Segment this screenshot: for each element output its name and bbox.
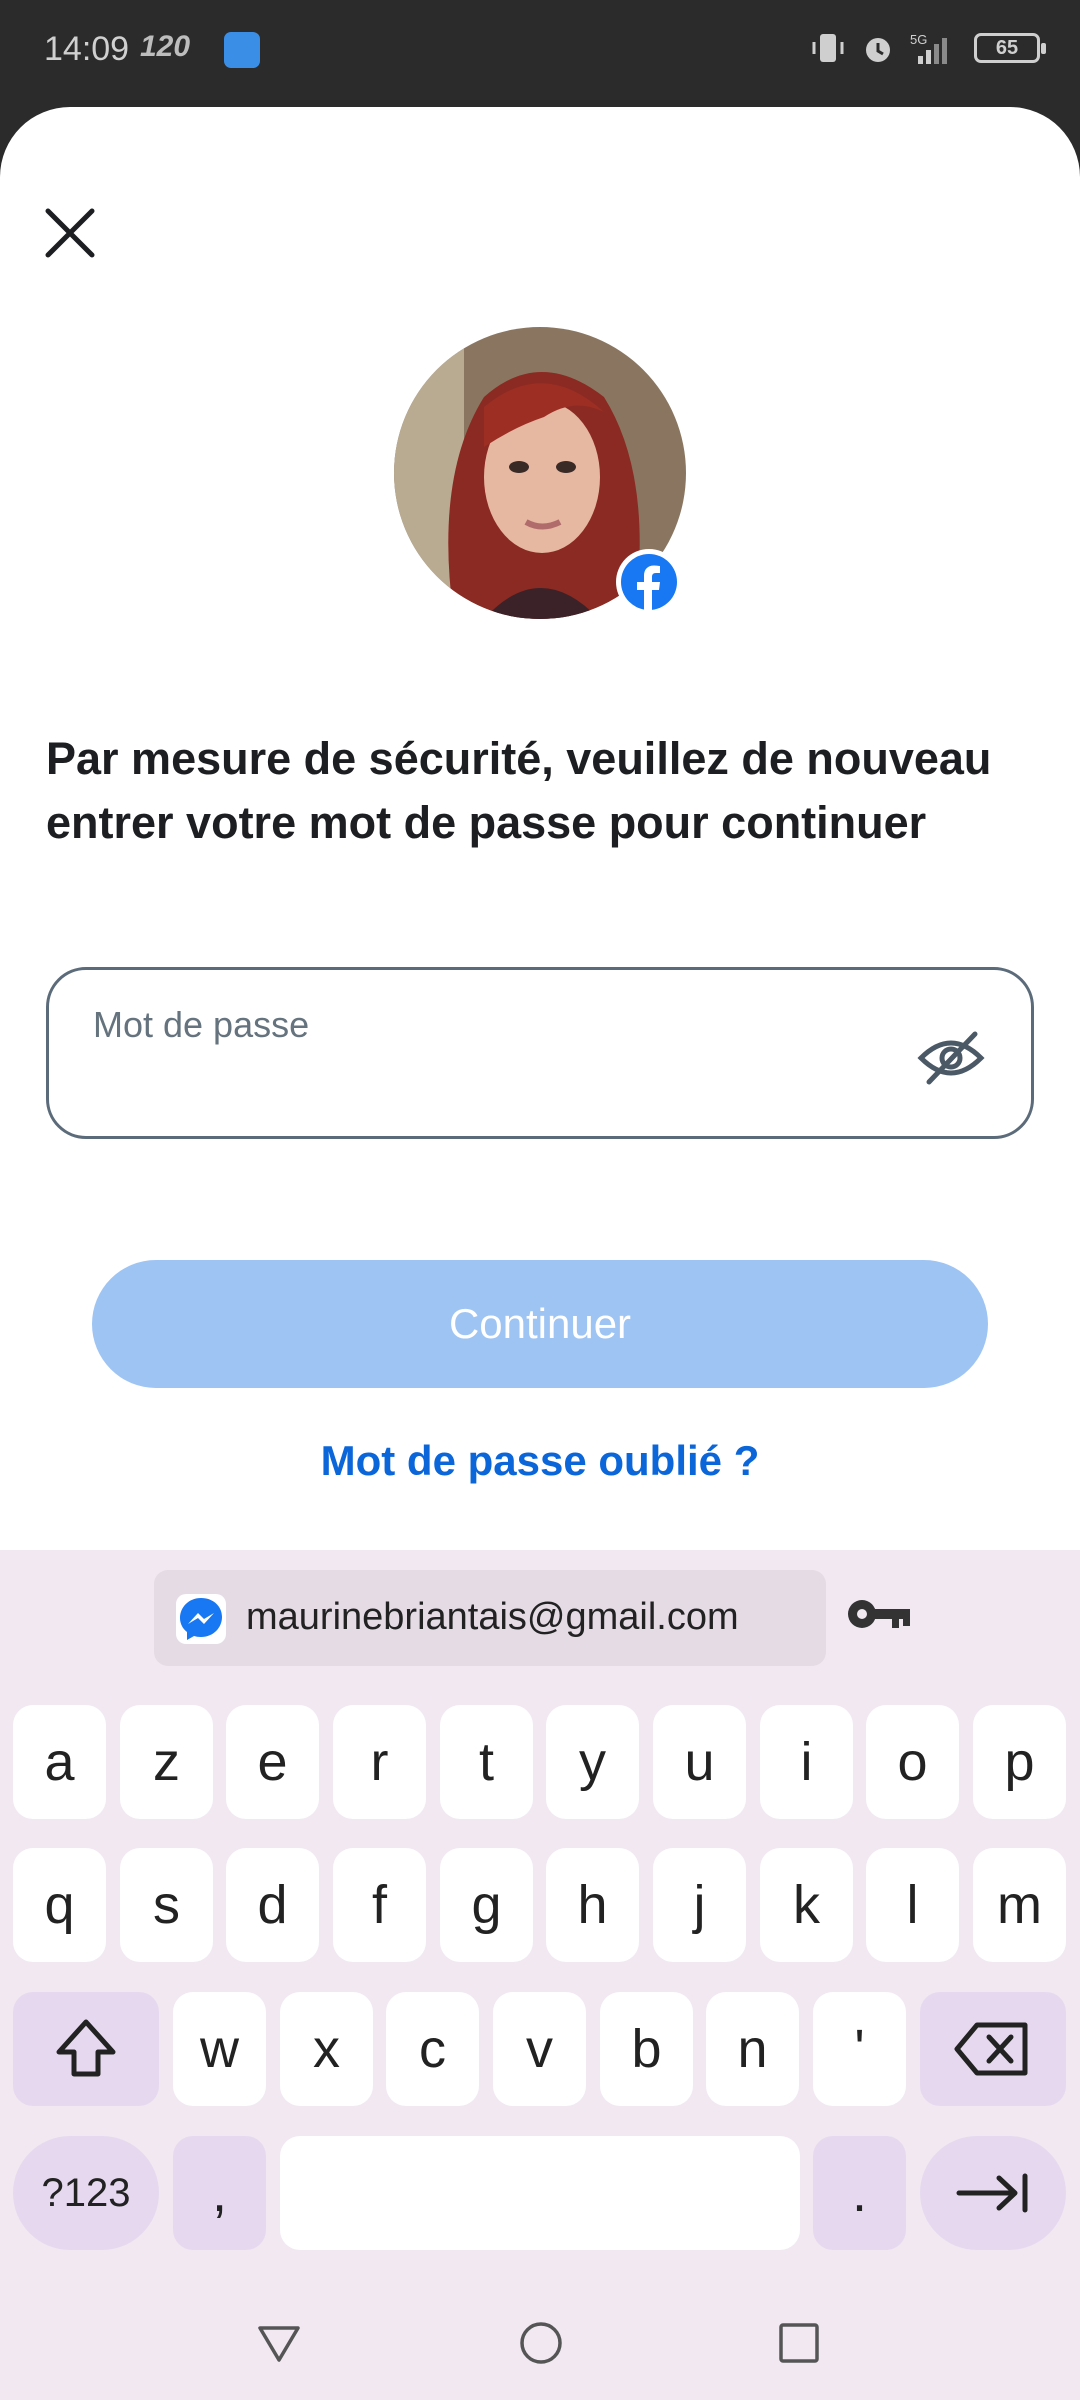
back-icon[interactable] [256, 2324, 302, 2364]
key-m[interactable]: m [973, 1848, 1066, 1962]
battery-indicator: 65 [974, 33, 1046, 63]
tab-arrow-icon [956, 2173, 1028, 2213]
continue-button[interactable]: Continuer [92, 1260, 988, 1388]
key-period[interactable]: . [813, 2136, 906, 2250]
key-e[interactable]: e [226, 1705, 319, 1819]
suggestion-email: maurinebriantais@gmail.com [246, 1596, 739, 1638]
key-o[interactable]: o [866, 1705, 959, 1819]
key-x[interactable]: x [280, 1992, 373, 2106]
status-bar: 14:09 120 5G 65 [0, 0, 1080, 110]
key-u[interactable]: u [653, 1705, 746, 1819]
key-q[interactable]: q [13, 1848, 106, 1962]
close-icon[interactable] [40, 203, 100, 263]
status-time: 14:09 [44, 30, 130, 68]
reauth-sheet: Par mesure de sécurité, veuillez de nouv… [0, 107, 1080, 1550]
key-comma[interactable]: , [173, 2136, 266, 2250]
password-field[interactable]: Mot de passe [46, 967, 1034, 1139]
key-h[interactable]: h [546, 1848, 639, 1962]
backspace-icon [954, 2022, 1028, 2076]
key-l[interactable]: l [866, 1848, 959, 1962]
messenger-icon [176, 1594, 226, 1644]
key-d[interactable]: d [226, 1848, 319, 1962]
svg-text:5G: 5G [910, 32, 927, 47]
vibrate-icon [812, 34, 844, 62]
hide-password-icon[interactable] [915, 1022, 987, 1094]
key-f[interactable]: f [333, 1848, 426, 1962]
key-t[interactable]: t [440, 1705, 533, 1819]
tab-next-key[interactable] [920, 2136, 1066, 2250]
facebook-icon [616, 549, 682, 615]
password-key-icon[interactable] [846, 1594, 914, 1634]
key-v[interactable]: v [493, 1992, 586, 2106]
key-c[interactable]: c [386, 1992, 479, 2106]
key-g[interactable]: g [440, 1848, 533, 1962]
key-r[interactable]: r [333, 1705, 426, 1819]
backspace-key[interactable] [920, 1992, 1066, 2106]
profile-avatar-container [394, 327, 686, 619]
key-y[interactable]: y [546, 1705, 639, 1819]
autofill-suggestion[interactable]: maurinebriantais@gmail.com [154, 1570, 826, 1666]
symbols-key[interactable]: ?123 [13, 2136, 159, 2250]
key-apostrophe[interactable]: ' [813, 1992, 906, 2106]
key-k[interactable]: k [760, 1848, 853, 1962]
system-nav-bar [0, 2280, 1080, 2400]
forgot-password-link[interactable]: Mot de passe oublié ? [0, 1437, 1080, 1485]
key-z[interactable]: z [120, 1705, 213, 1819]
recents-icon[interactable] [778, 2322, 820, 2364]
shift-icon [56, 2019, 116, 2077]
key-a[interactable]: a [13, 1705, 106, 1819]
app-notification-icon [224, 32, 260, 68]
key-s[interactable]: s [120, 1848, 213, 1962]
key-w[interactable]: w [173, 1992, 266, 2106]
password-placeholder: Mot de passe [93, 1004, 310, 1045]
refresh-rate: 120 [140, 30, 191, 63]
home-icon[interactable] [518, 2320, 564, 2366]
shift-key[interactable] [13, 1992, 159, 2106]
key-p[interactable]: p [973, 1705, 1066, 1819]
alarm-icon [866, 38, 890, 62]
key-n[interactable]: n [706, 1992, 799, 2106]
security-message: Par mesure de sécurité, veuillez de nouv… [46, 733, 992, 848]
key-i[interactable]: i [760, 1705, 853, 1819]
key-j[interactable]: j [653, 1848, 746, 1962]
key-b[interactable]: b [600, 1992, 693, 2106]
space-key[interactable] [280, 2136, 800, 2250]
signal-icon: 5G [910, 32, 947, 64]
soft-keyboard: maurinebriantais@gmail.com a z e r t y u… [0, 1550, 1080, 2400]
